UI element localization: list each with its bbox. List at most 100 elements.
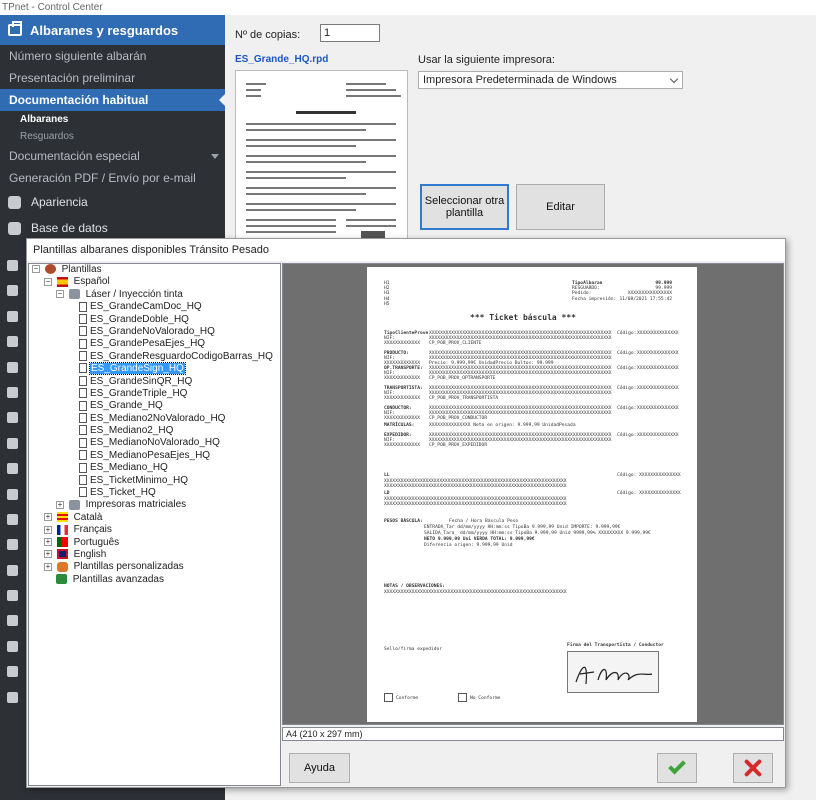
codigo-label: Código: [617,331,637,336]
expand-icon[interactable]: + [44,537,52,546]
sidebar-subitem-resguardos[interactable]: Resguardos [0,128,225,145]
accept-button[interactable] [657,753,697,783]
cloud-icon[interactable] [7,361,18,373]
globe-icon[interactable] [7,615,18,627]
tree-template-item[interactable]: ES_GrandeSinQR_HQ [29,376,280,388]
document-icon [79,450,87,461]
edit-button[interactable]: Editar [516,184,605,230]
tree-node-custom[interactable]: + Plantillas personalizadas [29,561,280,573]
codigo-value: XXXXXXXXXXXXXXX [637,331,679,336]
tree-template-item[interactable]: ES_Mediano_HQ [29,462,280,474]
document-icon [79,313,87,324]
conforme-checkbox[interactable] [384,693,393,702]
tree-template-item[interactable]: ES_GrandeDoble_HQ [29,314,280,326]
monitor-icon[interactable] [7,590,18,602]
expand-icon[interactable]: + [44,513,52,522]
history-icon[interactable] [7,488,18,500]
collapse-icon[interactable]: − [56,290,64,299]
collapse-icon[interactable]: − [44,277,52,286]
building-icon[interactable] [7,310,18,322]
template-tree[interactable]: − Plantillas − Español − Láser / Inyecci… [28,263,281,786]
sidebar-header[interactable]: Albaranes y resguardos [0,15,225,45]
tree-node-ca[interactable]: + Català [29,512,280,524]
tree-node-advanced[interactable]: Plantillas avanzadas [29,574,280,586]
conforme-label: Conforme [396,696,419,701]
tree-label: ES_Mediano2NoValorado_HQ [90,412,226,424]
copies-input[interactable]: 1 [320,24,380,42]
paper-size-field: A4 (210 x 297 mm) [282,727,784,741]
puzzle-icon[interactable] [7,640,18,652]
database-sync-icon[interactable] [7,336,18,348]
cancel-button[interactable] [733,753,773,783]
help-button[interactable]: Ayuda [289,753,350,783]
printer-select[interactable]: Impresora Predeterminada de Windows [418,71,683,89]
section-sub: CP_POB_PROV_OPTRANSPORTE [429,376,496,381]
tree-template-item[interactable]: ES_TicketMinimo_HQ [29,475,280,487]
tree-template-item[interactable]: ES_MedianoPesaEjes_HQ [29,450,280,462]
notas-label: NOTAS / OBSERVACIONES: [384,584,445,589]
template-file-link[interactable]: ES_Grande_HQ.rpd [235,54,328,65]
tree-template-item[interactable]: ES_GrandeTriple_HQ [29,388,280,400]
sidebar-section-apariencia[interactable]: Apariencia [0,189,225,215]
tree-node-matrix[interactable]: + Impresoras matriciales [29,499,280,511]
tree-label: Impresoras matriciales [85,499,187,511]
tree-template-item[interactable]: ES_GrandeSign_HQ [29,362,280,376]
tree-template-item[interactable]: ES_Ticket_HQ [29,487,280,499]
codigo-value: XXXXXXXXXXXXXXX [637,386,679,391]
sidebar-item-next-number[interactable]: Número siguiente albarán [0,45,225,67]
folder-icon[interactable] [7,285,18,297]
tree-node-laser[interactable]: − Láser / Inyección tinta [29,289,280,301]
signature-scribble [575,666,653,685]
sidebar-item-habitual[interactable]: Documentación habitual [0,89,225,111]
users-icon [56,561,68,572]
nif-value: XXXXXXXXXXXXX [384,416,420,421]
expand-icon[interactable]: + [44,562,52,571]
spain-flag-icon [56,276,68,287]
expand-icon[interactable]: + [56,500,64,509]
tree-node-fr[interactable]: + Français [29,524,280,536]
tree-template-item[interactable]: ES_Mediano2_HQ [29,425,280,437]
tree-template-item[interactable]: ES_Mediano2NoValorado_HQ [29,413,280,425]
nif-value: XXXXXXXXXXXXX [384,376,420,381]
collapse-icon[interactable]: − [32,265,40,274]
gear-icon[interactable] [7,437,18,449]
tree-template-item[interactable]: ES_GrandeResguardoCodigoBarras_HQ [29,351,280,363]
codigo-label: Código: [617,491,637,496]
sidebar-item-preview[interactable]: Presentación preliminar [0,67,225,89]
briefcase-icon[interactable] [7,463,18,475]
tree-node-es[interactable]: − Español [29,276,280,288]
flag-icon[interactable] [7,513,18,525]
sidebar-item-pdf-email[interactable]: Generación PDF / Envío por e-mail [0,167,225,189]
select-template-button[interactable]: Seleccionar otra plantilla [420,184,509,230]
android-icon[interactable] [7,691,18,703]
sidebar-item-especial[interactable]: Documentación especial [0,145,225,167]
template-preview: H1 H2 H3 H4 H5 TipoAlbaran RESGUARDO: Pe… [282,263,784,725]
codigo-value: XXXXXXXXXXXXXXX [637,433,679,438]
expand-icon[interactable]: + [44,525,52,534]
document-icon [79,375,87,386]
tree-template-item[interactable]: ES_GrandeCamDoc_HQ [29,301,280,313]
tree-template-item[interactable]: ES_GrandePesaEjes_HQ [29,338,280,350]
france-flag-icon [56,524,68,535]
tree-template-item[interactable]: ES_Grande_HQ [29,400,280,412]
tree-template-item[interactable]: ES_MedianoNoValorado_HQ [29,437,280,449]
section-sub: CP_POB_PROV_CLIENTE [429,341,482,346]
printer-select-value: Impresora Predeterminada de Windows [423,74,617,86]
chevron-down-icon [211,154,219,159]
expand-icon[interactable]: + [44,550,52,559]
albaran-meta-values: 99.999 99.999 XXXXXXXXXXXXXXXX 11/08/202… [612,281,672,302]
tree-root[interactable]: − Plantillas [29,264,280,276]
database-icon[interactable] [7,260,18,271]
euro-icon[interactable] [7,539,18,551]
tree-template-item[interactable]: ES_GrandeNoValorado_HQ [29,326,280,338]
truck-icon[interactable] [7,564,18,576]
lock-icon[interactable] [7,666,18,678]
cube-icon[interactable] [7,386,18,398]
no-conforme-checkbox[interactable] [458,693,467,702]
sidebar-subitem-albaranes[interactable]: Albaranes [0,111,225,128]
org-icon[interactable] [7,412,18,424]
tree-node-pt[interactable]: + Português [29,537,280,549]
codigo-value: XXXXXXXXXXXXXXX [637,406,679,411]
tree-node-en[interactable]: + English [29,549,280,561]
tree-label: ES_Ticket_HQ [90,487,156,499]
